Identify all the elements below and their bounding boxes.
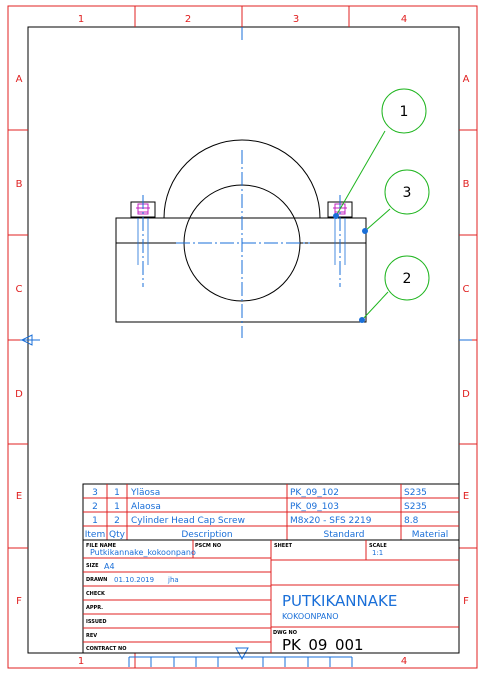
bom-row-1-standard: PK_09_102 <box>290 488 339 498</box>
file-name-value: Putkikannake_kokoonpano <box>90 548 196 557</box>
bom-header-description: Description <box>181 530 232 540</box>
col-label-2: 2 <box>185 14 191 25</box>
col-label-1-bottom: 1 <box>78 656 84 667</box>
appr-label: APPR. <box>86 605 103 611</box>
bom-row-2-description: Alaosa <box>131 502 161 512</box>
bom-row-1-material: S235 <box>404 488 427 498</box>
row-label-c: C <box>16 284 23 295</box>
balloon-2[interactable]: 2 <box>384 255 430 301</box>
bom-header-material: Material <box>412 530 449 540</box>
row-label-d-right: D <box>462 389 470 400</box>
drawing-subtitle: KOKOONPANO <box>282 612 339 621</box>
contract-label: CONTRACT NO <box>86 646 127 652</box>
drawn-by: jha <box>167 576 179 584</box>
bom-header-qty: Qty <box>109 530 126 540</box>
bom-row-2-material: S235 <box>404 502 427 512</box>
drawing-title: PUTKIKANNAKE <box>282 592 397 610</box>
row-label-e: E <box>16 491 22 502</box>
row-label-e-right: E <box>463 491 469 502</box>
col-label-1: 1 <box>78 14 84 25</box>
sheet-label: SHEET <box>274 543 293 549</box>
balloon-2-label: 2 <box>403 271 412 287</box>
row-label-b-right: B <box>463 179 470 190</box>
drawing-number: PK_09_001 <box>282 636 364 655</box>
drawn-date: 01.10.2019 <box>114 576 154 584</box>
bom-row-2-standard: PK_09_103 <box>290 502 339 512</box>
bom-row-1-qty: 1 <box>114 488 120 498</box>
drawing-sheet: 1 2 3 4 1 4 A B C D E F A B C D E F 1 3 … <box>7 5 478 669</box>
size-label: SIZE <box>86 563 99 569</box>
bom-header-item: Item <box>85 530 106 540</box>
row-label-b: B <box>16 179 23 190</box>
bom-row-3-description: Cylinder Head Cap Screw <box>131 516 245 526</box>
balloon-1[interactable]: 1 <box>381 88 427 134</box>
check-label: CHECK <box>86 591 106 597</box>
row-label-f: F <box>16 596 22 607</box>
bom-row-1-description: Yläosa <box>130 488 160 498</box>
bom-row-3-standard: M8x20 - SFS 2219 <box>290 516 372 526</box>
balloon-3[interactable]: 3 <box>384 169 430 215</box>
bom-row-3-material: 8.8 <box>404 516 419 526</box>
drawn-label: DRAWN <box>86 577 107 583</box>
balloon-1-label: 1 <box>400 104 409 120</box>
row-label-a-right: A <box>463 74 470 85</box>
rev-label: REV <box>86 633 97 639</box>
bom-row-1-item: 3 <box>92 488 98 498</box>
scale-value: 1:1 <box>372 549 383 557</box>
col-label-4: 4 <box>401 14 407 25</box>
row-label-a: A <box>16 74 23 85</box>
row-label-c-right: C <box>463 284 470 295</box>
bom-header-standard: Standard <box>324 530 365 540</box>
bom-row-3-qty: 2 <box>114 516 120 526</box>
balloon-3-label: 3 <box>403 185 412 201</box>
bom-row-2-qty: 1 <box>114 502 120 512</box>
col-label-4-bottom: 4 <box>401 656 407 667</box>
issued-label: ISSUED <box>86 619 106 625</box>
pscm-label: PSCM NO <box>195 543 221 549</box>
bom-row-2-item: 2 <box>92 502 98 512</box>
col-label-3: 3 <box>293 14 299 25</box>
size-value: A4 <box>104 562 115 571</box>
row-label-d: D <box>15 389 23 400</box>
bom-row-3-item: 1 <box>92 516 98 526</box>
row-label-f-right: F <box>463 596 469 607</box>
